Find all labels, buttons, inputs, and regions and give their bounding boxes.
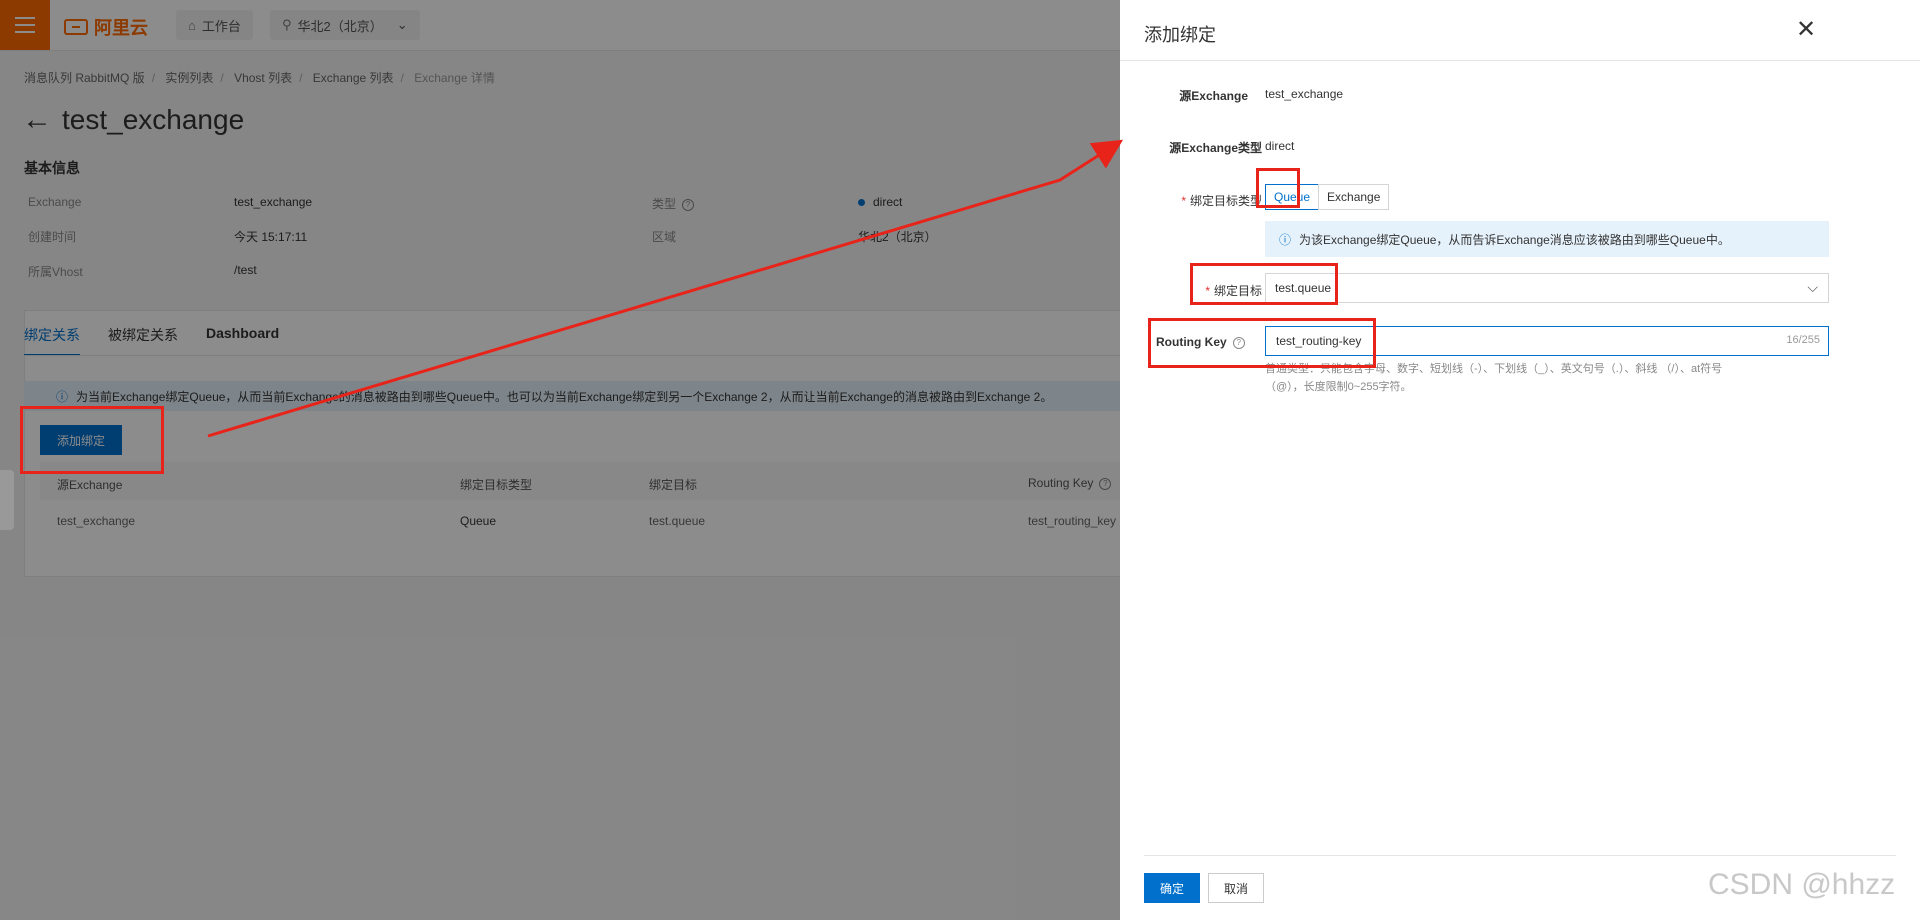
drawer-footer-divider [1144,855,1896,856]
source-exchange-label: 源Exchange [1179,89,1248,103]
hint-text: 为该Exchange绑定Queue，从而告诉Exchange消息应该被路由到哪些… [1299,232,1730,247]
source-type-label: 源Exchange类型 [1169,141,1262,155]
chevron-down-icon: ⌵ [1807,279,1818,295]
close-icon[interactable]: ✕ [1794,18,1818,42]
info-icon: ⓘ [1279,232,1292,247]
annotation-box-target [1190,263,1338,305]
drawer-header-divider [1120,60,1920,61]
drawer-title: 添加绑定 [1144,25,1216,45]
help-line: （@），长度限制0~255字符。 [1265,381,1412,393]
target-select[interactable]: test.queue ⌵ [1265,273,1829,303]
char-counter: 16/255 [1786,334,1820,346]
sidebar-expand-handle[interactable] [0,470,14,530]
add-binding-drawer: 添加绑定 ✕ 源Exchange test_exchange 源Exchange… [1120,0,1920,920]
confirm-button[interactable]: 确定 [1144,873,1200,903]
source-type-value: direct [1265,139,1295,153]
csdn-watermark: CSDN @hhzz [1708,868,1896,901]
cancel-button[interactable]: 取消 [1208,873,1264,903]
annotation-box-queue [1256,168,1300,208]
annotation-box-add-binding [20,406,164,474]
target-type-label: * 绑定目标类型 [1181,194,1262,208]
source-exchange-value: test_exchange [1265,87,1344,101]
radio-exchange[interactable]: Exchange [1318,184,1390,210]
annotation-box-routing-key [1148,318,1376,368]
target-type-hint: ⓘ 为该Exchange绑定Queue，从而告诉Exchange消息应该被路由到… [1265,221,1829,257]
